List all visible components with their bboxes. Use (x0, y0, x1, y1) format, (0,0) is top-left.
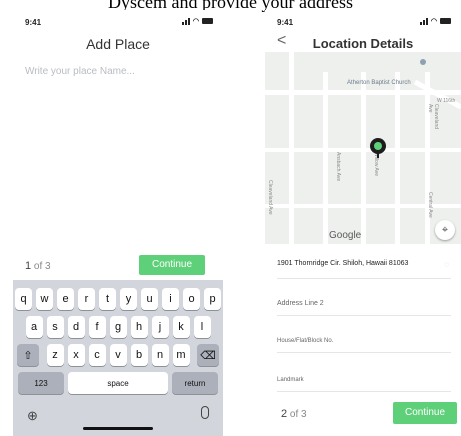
divider (277, 352, 451, 353)
continue-button[interactable]: Continue (139, 255, 205, 275)
step-rest: of 3 (31, 261, 51, 272)
google-logo: Google (329, 230, 362, 241)
key-o[interactable]: o (183, 288, 200, 310)
keyboard-row-1: qwertyuiop (13, 288, 223, 310)
key-t[interactable]: t (99, 288, 116, 310)
map-view[interactable]: Atherton Baptist Church Cleaveland Ave A… (265, 52, 461, 244)
delete-key[interactable]: ⌫ (197, 344, 219, 366)
add-place-screen: 9:41 ◠ Add Place Write your place Name..… (13, 10, 223, 436)
location-pin-icon (370, 138, 386, 158)
key-f[interactable]: f (88, 316, 106, 338)
key-c[interactable]: c (88, 344, 106, 366)
page-title: Location Details (312, 36, 414, 51)
home-indicator (83, 427, 153, 430)
battery-icon (202, 18, 213, 24)
key-n[interactable]: n (151, 344, 169, 366)
street-label: Ansbach Ave (335, 152, 341, 182)
address-pin-icon: ◌ (444, 260, 449, 269)
key-j[interactable]: j (151, 316, 169, 338)
locate-me-icon[interactable]: ⌖ (435, 220, 455, 240)
return-key[interactable]: return (172, 372, 218, 394)
step-indicator: 2 of 3 (281, 408, 307, 420)
key-l[interactable]: l (193, 316, 211, 338)
page-title: Add Place (86, 36, 150, 52)
street-label: Cleaveland Ave (267, 180, 273, 215)
key-u[interactable]: u (141, 288, 158, 310)
address-line-2-field[interactable]: Address Line 2 (277, 300, 324, 307)
key-z[interactable]: z (46, 344, 64, 366)
key-r[interactable]: r (78, 288, 95, 310)
keyboard: qwertyuiop asdfghjkl ⇧ zxcvbnm ⌫ 123 spa… (13, 280, 223, 436)
key-h[interactable]: h (130, 316, 148, 338)
status-bar: 9:41 ◠ (265, 16, 461, 30)
key-w[interactable]: w (36, 288, 53, 310)
status-bar: 9:41 ◠ (13, 16, 223, 30)
status-time: 9:41 (25, 18, 42, 27)
divider (277, 391, 451, 392)
keyboard-row-3: ⇧ zxcvbnm ⌫ (13, 344, 223, 366)
address-text: 1901 Thornridge Cir. Shiloh, Hawaii 8106… (277, 260, 409, 267)
divider (277, 278, 451, 279)
key-v[interactable]: v (109, 344, 127, 366)
landmark-field[interactable]: Landmark (277, 377, 304, 383)
street-label: Central Ave (427, 192, 433, 218)
continue-button[interactable]: Continue (393, 402, 457, 424)
keyboard-row-2: asdfghjkl (13, 316, 223, 338)
globe-icon[interactable]: ⊕ (27, 408, 38, 424)
keyboard-row-4: 123 space return (13, 372, 223, 394)
signal-icon (181, 17, 190, 25)
key-k[interactable]: k (172, 316, 190, 338)
location-details-screen: 9:41 ◠ Atherton Baptist Church Cleavelan… (265, 10, 461, 436)
battery-icon (440, 18, 451, 24)
key-q[interactable]: q (15, 288, 32, 310)
divider (277, 315, 451, 316)
status-time: 9:41 (277, 18, 294, 27)
key-s[interactable]: s (46, 316, 64, 338)
poi-label: Atherton Baptist Church (347, 80, 411, 86)
place-name-input[interactable]: Write your place Name... (25, 66, 135, 77)
key-i[interactable]: i (162, 288, 179, 310)
key-m[interactable]: m (172, 344, 190, 366)
street-label: W 116th (437, 98, 456, 104)
key-a[interactable]: a (25, 316, 43, 338)
house-flat-block-field[interactable]: House/Flat/Block No. (277, 338, 333, 344)
step-rest: of 3 (287, 409, 307, 420)
microphone-icon[interactable] (201, 406, 209, 419)
key-p[interactable]: p (204, 288, 221, 310)
space-key[interactable]: space (68, 372, 168, 394)
step-indicator: 1 of 3 (25, 260, 51, 272)
keyboard-row-3-letters: zxcvbnm (46, 344, 190, 366)
key-e[interactable]: e (57, 288, 74, 310)
numbers-key[interactable]: 123 (18, 372, 64, 394)
key-x[interactable]: x (67, 344, 85, 366)
key-g[interactable]: g (109, 316, 127, 338)
key-b[interactable]: b (130, 344, 148, 366)
street-label: Cleaveland Ave (427, 104, 439, 130)
key-y[interactable]: y (120, 288, 137, 310)
wifi-icon: ◠ (430, 18, 437, 25)
wifi-icon: ◠ (192, 18, 199, 25)
shift-key[interactable]: ⇧ (17, 344, 39, 366)
signal-icon (419, 17, 428, 25)
key-d[interactable]: d (67, 316, 85, 338)
